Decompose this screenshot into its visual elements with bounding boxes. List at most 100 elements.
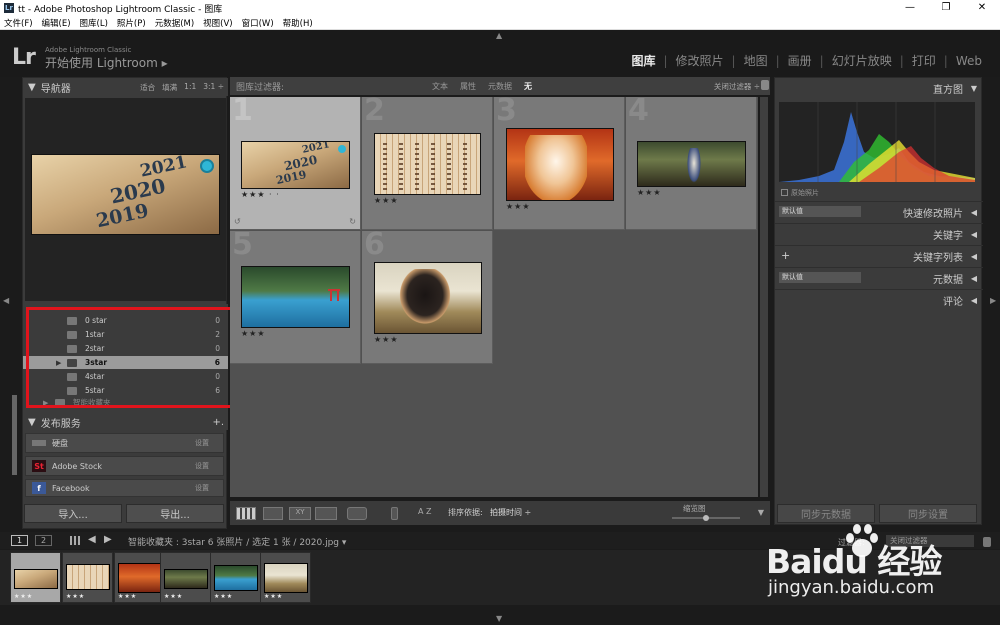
grid-scrollbar[interactable] bbox=[760, 97, 768, 497]
filter-metadata[interactable]: 元数据 bbox=[488, 81, 512, 92]
pushpin-icon bbox=[200, 159, 214, 173]
right-panel-toggle-icon[interactable]: ▶ bbox=[990, 296, 996, 305]
publish-adobe-stock[interactable]: St Adobe Stock 设置 bbox=[25, 456, 224, 476]
checkbox-icon[interactable] bbox=[781, 189, 788, 196]
back-arrow-icon[interactable]: ◀ bbox=[88, 534, 96, 545]
menu-help[interactable]: 帮助(H) bbox=[283, 17, 313, 29]
filter-preset-dropdown[interactable]: 关闭过滤器 ÷ bbox=[714, 81, 760, 92]
filmstrip-thumb-6[interactable]: ★★★ bbox=[260, 552, 311, 603]
secondary-window-button[interactable]: 2 bbox=[35, 535, 52, 546]
filmstrip-thumb-1[interactable]: ★★★ bbox=[10, 552, 61, 603]
publish-services-header[interactable]: ▼ 发布服务 +. bbox=[23, 414, 228, 430]
left-panel-toggle-icon[interactable]: ◀ bbox=[3, 296, 9, 305]
collapse-triangle-icon: ▼ bbox=[970, 83, 977, 93]
star-rating[interactable]: ★★★ bbox=[374, 196, 399, 205]
settings-link[interactable]: 设置 bbox=[195, 483, 209, 493]
histogram-header[interactable]: 直方图 ▼ bbox=[775, 78, 983, 98]
keyword-list-header[interactable]: + 关键字列表 ◀ bbox=[775, 245, 983, 266]
main-window-button[interactable]: 1 bbox=[11, 535, 28, 546]
filter-text[interactable]: 文本 bbox=[432, 81, 448, 92]
grid-cell-6[interactable]: 6 ★★★ bbox=[362, 227, 493, 364]
filmstrip-thumb-2[interactable]: ★★★ bbox=[62, 552, 113, 603]
rotate-left-icon[interactable]: ↺ bbox=[234, 217, 241, 226]
zoom-fill[interactable]: 填满 bbox=[162, 82, 177, 93]
menu-view[interactable]: 视图(V) bbox=[203, 17, 232, 29]
cell-index: 5 bbox=[232, 227, 253, 262]
slider-knob[interactable] bbox=[703, 515, 709, 521]
settings-link[interactable]: 设置 bbox=[195, 438, 209, 448]
grid-cell-3[interactable]: 3 ★★★ bbox=[494, 93, 625, 230]
module-slideshow[interactable]: 幻灯片放映 bbox=[824, 52, 900, 69]
metadata-header[interactable]: 默认值 元数据 ◀ bbox=[775, 267, 983, 288]
sort-dropdown[interactable]: 拍摄时间 ÷ bbox=[490, 507, 531, 518]
toolbar-menu-icon[interactable]: ▼ bbox=[758, 508, 764, 517]
close-button[interactable]: ✕ bbox=[964, 0, 1000, 16]
module-map[interactable]: 地图 bbox=[736, 52, 776, 69]
settings-link[interactable]: 设置 bbox=[195, 461, 209, 471]
keywording-header[interactable]: 关键字 ◀ bbox=[775, 223, 983, 244]
grid-cell-2[interactable]: 2 ★★★ bbox=[362, 93, 493, 230]
menu-window[interactable]: 窗口(W) bbox=[242, 17, 274, 29]
loupe-view-icon[interactable] bbox=[263, 507, 283, 520]
star-rating[interactable]: ★★★ bbox=[506, 202, 531, 211]
thumbnail-size-slider[interactable] bbox=[672, 515, 740, 521]
publish-facebook[interactable]: f Facebook 设置 bbox=[25, 479, 224, 497]
zoom-3to1[interactable]: 3:1 ÷ bbox=[203, 82, 224, 93]
module-web[interactable]: Web bbox=[948, 54, 990, 68]
quick-develop-header[interactable]: 默认值 快速修改照片 ◀ bbox=[775, 201, 983, 222]
menu-photo[interactable]: 照片(P) bbox=[117, 17, 146, 29]
comments-header[interactable]: 评论 ◀ bbox=[775, 289, 983, 310]
top-panel-toggle-icon[interactable]: ▲ bbox=[496, 31, 502, 40]
filmstrip-thumb-4[interactable]: ★★★ bbox=[160, 552, 211, 603]
add-keyword-icon[interactable]: + bbox=[781, 249, 790, 262]
navigator-header[interactable]: ▼ 导航器 适合 填满 1:1 3:1 ÷ bbox=[23, 78, 228, 96]
star-rating[interactable]: ★★★ bbox=[374, 335, 399, 344]
navigator-preview[interactable]: 2021 2020 2019 bbox=[25, 98, 226, 301]
filter-attribute[interactable]: 属性 bbox=[460, 81, 476, 92]
rotate-right-icon[interactable]: ↻ bbox=[349, 217, 356, 226]
menu-metadata[interactable]: 元数据(M) bbox=[155, 17, 194, 29]
people-view-icon[interactable] bbox=[347, 507, 367, 520]
survey-view-icon[interactable] bbox=[315, 507, 337, 520]
menu-library[interactable]: 图库(L) bbox=[80, 17, 108, 29]
grid-cell-1[interactable]: 1 2021 2020 2019 ★★★ · · ↺ ↻ bbox=[230, 93, 361, 230]
forward-arrow-icon[interactable]: ▶ bbox=[104, 534, 112, 545]
restore-button[interactable]: ❐ bbox=[928, 0, 964, 16]
sort-direction-icon[interactable]: A Z bbox=[418, 507, 432, 516]
menu-edit[interactable]: 编辑(E) bbox=[42, 17, 71, 29]
filter-options: 文本 属性 元数据 无 bbox=[432, 77, 532, 95]
original-photo-toggle[interactable]: 原始照片 bbox=[781, 188, 819, 198]
publish-hard-drive[interactable]: 硬盘 设置 bbox=[25, 433, 224, 453]
filmstrip-thumb-3[interactable]: ★★★ bbox=[114, 552, 165, 603]
metadata-preset-dropdown[interactable]: 默认值 bbox=[779, 272, 861, 283]
grid-cell-5[interactable]: 5 ★★★ bbox=[230, 227, 361, 364]
grid-view-icon[interactable] bbox=[236, 507, 256, 520]
lock-icon[interactable] bbox=[761, 80, 769, 90]
filmstrip-source-path[interactable]: 智能收藏夹 : 3star 6 张照片 / 选定 1 张 / 2020.jpg … bbox=[128, 535, 346, 548]
module-print[interactable]: 打印 bbox=[904, 52, 944, 69]
grid-mode-icon[interactable] bbox=[70, 536, 80, 545]
zoom-fit[interactable]: 适合 bbox=[140, 82, 155, 93]
module-library[interactable]: 图库 bbox=[623, 52, 663, 69]
painter-icon[interactable] bbox=[391, 507, 398, 520]
compare-view-icon[interactable]: XY bbox=[289, 507, 311, 520]
module-develop[interactable]: 修改照片 bbox=[668, 52, 732, 69]
left-scrollbar[interactable] bbox=[12, 395, 17, 475]
filter-none[interactable]: 无 bbox=[524, 81, 532, 92]
add-publish-service-button[interactable]: +. bbox=[212, 417, 224, 428]
brand-title[interactable]: 开始使用 Lightroom ▸ bbox=[45, 54, 168, 71]
star-rating[interactable]: ★★★ bbox=[637, 188, 662, 197]
grid-cell-4[interactable]: 4 ★★★ bbox=[626, 93, 757, 230]
bottom-panel-toggle-icon[interactable]: ▼ bbox=[496, 614, 502, 623]
export-button[interactable]: 导出... bbox=[126, 504, 224, 523]
brand-subtitle: Adobe Lightroom Classic bbox=[45, 46, 132, 54]
saved-preset-dropdown[interactable]: 默认值 bbox=[779, 206, 861, 217]
zoom-1to1[interactable]: 1:1 bbox=[184, 82, 196, 93]
star-rating[interactable]: ★★★ · · bbox=[241, 190, 280, 199]
module-book[interactable]: 画册 bbox=[780, 52, 820, 69]
minimize-button[interactable]: — bbox=[892, 0, 928, 16]
import-button[interactable]: 导入... bbox=[24, 504, 122, 523]
menu-file[interactable]: 文件(F) bbox=[4, 17, 33, 29]
star-rating[interactable]: ★★★ bbox=[241, 329, 266, 338]
filmstrip-thumb-5[interactable]: ★★★ bbox=[210, 552, 261, 603]
